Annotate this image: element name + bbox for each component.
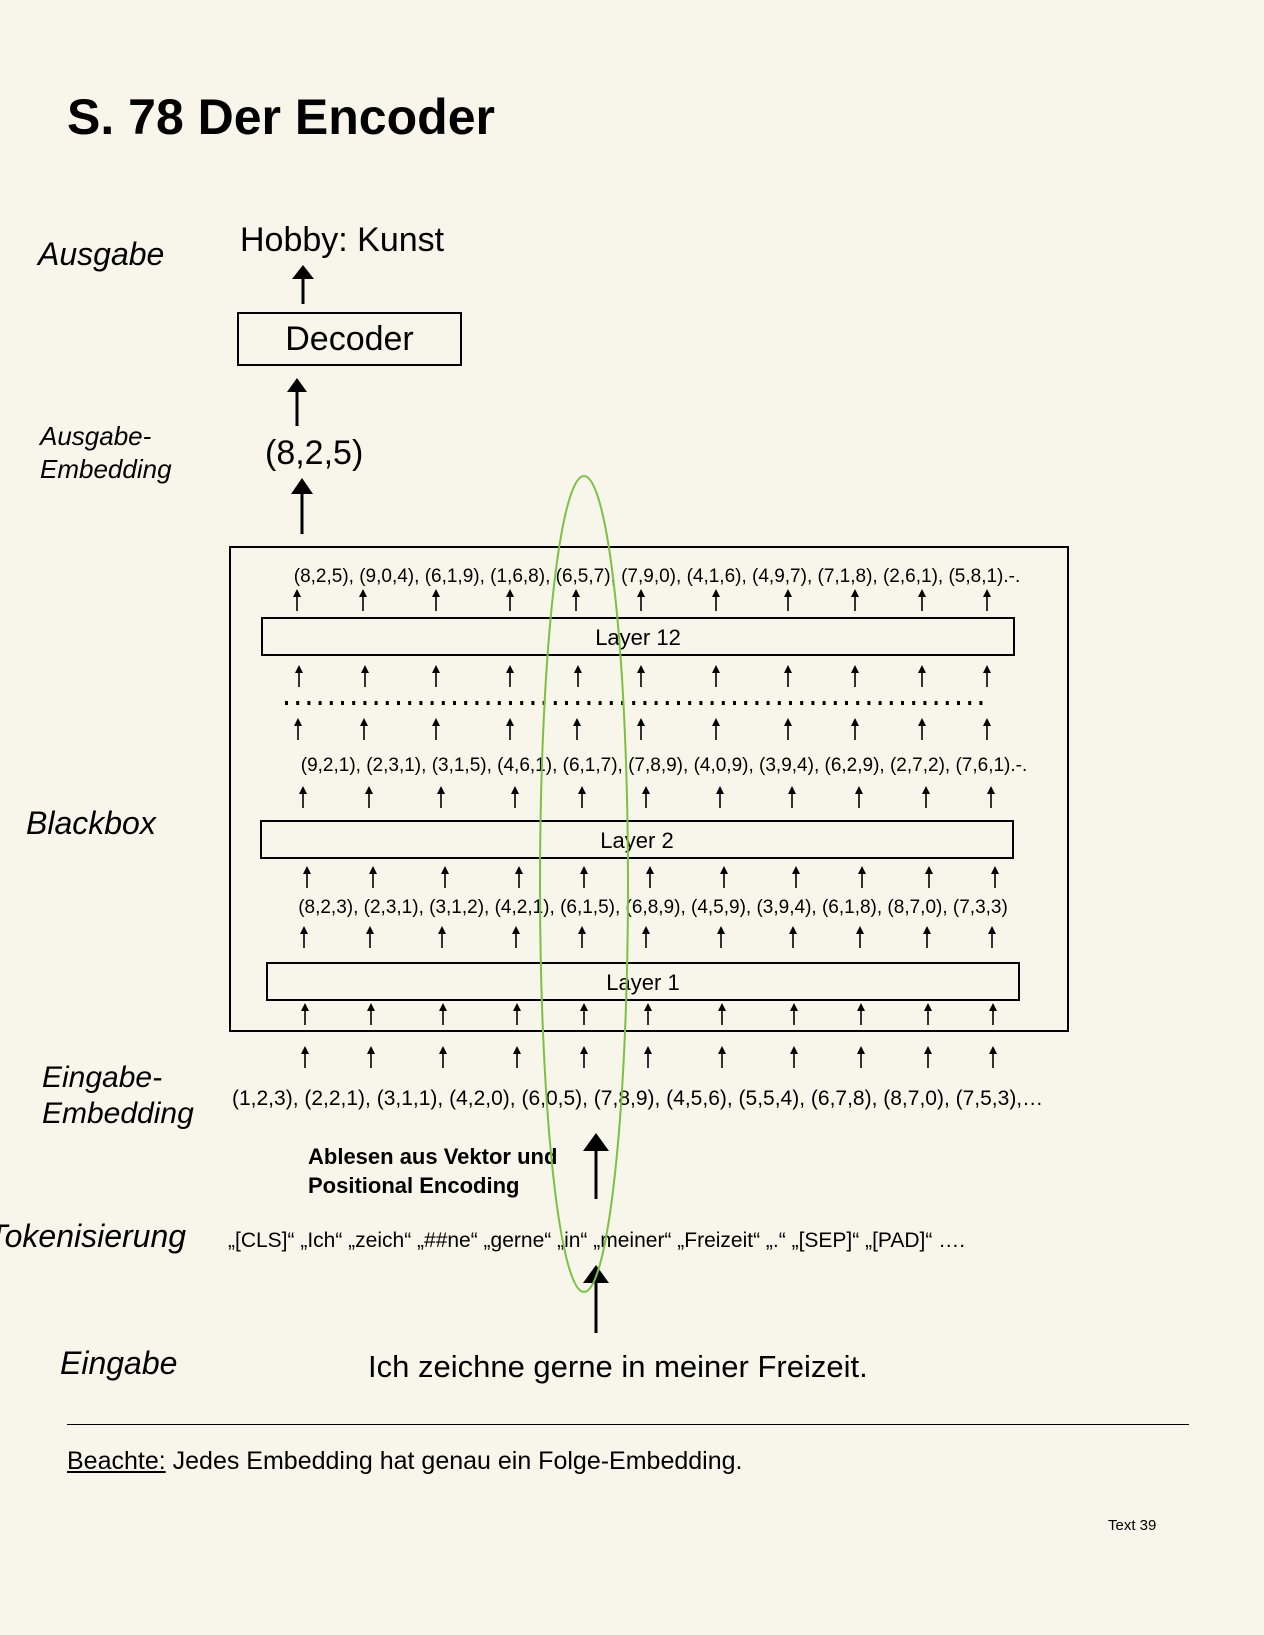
label-blackbox: Blackbox bbox=[26, 805, 156, 841]
layer-2-label: Layer 2 bbox=[600, 828, 674, 853]
small-arrow-row8-2-head bbox=[367, 1046, 375, 1054]
label-ausgabe-embedding-line1: Ausgabe- bbox=[40, 421, 152, 451]
token-row: „[CLS]“ „Ich“ „zeich“ „##ne“ „gerne“ „in… bbox=[228, 1229, 966, 1252]
small-arrow-row8-4-head bbox=[513, 1046, 521, 1054]
footer-text: Text 39 bbox=[1108, 1517, 1157, 1534]
small-arrow-row8-5-head bbox=[580, 1046, 588, 1054]
small-arrow-row8-8-head bbox=[790, 1046, 798, 1054]
small-arrow-row8-10-head bbox=[924, 1046, 932, 1054]
small-arrow-row8-1-head bbox=[301, 1046, 309, 1054]
arrow-blackbox-to-embedding-head bbox=[291, 478, 313, 494]
output-text: Hobby: Kunst bbox=[240, 221, 445, 259]
page-title: S. 78 Der Encoder bbox=[67, 89, 495, 145]
layer-2-box: Layer 2 bbox=[260, 820, 1014, 859]
label-eingabe-embedding-line2: Embedding bbox=[42, 1097, 194, 1130]
embedding-row-layer1-output: (8,2,3), (2,3,1), (3,1,2), (4,2,1), (6,1… bbox=[298, 897, 1008, 918]
decoder-label: Decoder bbox=[285, 320, 414, 358]
label-ausgabe-embedding-line2: Embedding bbox=[40, 453, 172, 484]
label-ausgabe-embedding: Ausgabe- Embedding bbox=[40, 420, 172, 485]
layer-1-box: Layer 1 bbox=[266, 962, 1020, 1001]
label-tokenisierung: Tokenisierung bbox=[0, 1218, 187, 1254]
embedding-row-top: (8,2,5), (9,0,4), (6,1,9), (1,6,8), (6,5… bbox=[293, 566, 1021, 587]
note: Beachte: Jedes Embedding hat genau ein F… bbox=[67, 1447, 742, 1476]
small-arrow-row8-9-head bbox=[857, 1046, 865, 1054]
small-arrow-row8-3-head bbox=[439, 1046, 447, 1054]
separator-line bbox=[67, 1424, 1189, 1425]
layer-1-label: Layer 1 bbox=[606, 970, 680, 995]
embedding-row-layer2-output: (9,2,1), (2,3,1), (3,1,5), (4,6,1), (6,1… bbox=[300, 755, 1028, 776]
decoder-box: Decoder bbox=[237, 312, 462, 366]
small-arrow-row8-7-head bbox=[718, 1046, 726, 1054]
arrow-embedding-to-decoder-head bbox=[287, 378, 307, 392]
arrow-tokens-to-embedding-head bbox=[583, 1133, 609, 1151]
note-label: Beachte: bbox=[67, 1447, 166, 1475]
label-eingabe-embedding-line1: Eingabe- bbox=[42, 1061, 163, 1094]
label-eingabe: Eingabe bbox=[60, 1345, 178, 1381]
small-arrow-row8-6-head bbox=[644, 1046, 652, 1054]
output-embedding: (8,2,5) bbox=[265, 434, 364, 472]
ablesen-line2: Positional Encoding bbox=[308, 1172, 520, 1198]
small-arrow-row8-11-head bbox=[989, 1046, 997, 1054]
layer-12-box: Layer 12 bbox=[261, 617, 1015, 656]
input-sentence: Ich zeichne gerne in meiner Freizeit. bbox=[368, 1349, 868, 1384]
embedding-row-input: (1,2,3), (2,2,1), (3,1,1), (4,2,0), (6,0… bbox=[232, 1087, 1044, 1110]
arrow-decoder-to-output-head bbox=[292, 265, 314, 279]
arrow-input-to-tokens-head bbox=[583, 1265, 609, 1283]
ablesen-label: Ablesen aus Vektor und Positional Encodi… bbox=[308, 1143, 557, 1200]
label-eingabe-embedding: Eingabe- Embedding bbox=[42, 1060, 194, 1132]
ablesen-line1: Ablesen aus Vektor und bbox=[308, 1144, 558, 1169]
layer-12-label: Layer 12 bbox=[595, 625, 681, 650]
note-text: Jedes Embedding hat genau ein Folge-Embe… bbox=[165, 1447, 743, 1475]
label-ausgabe: Ausgabe bbox=[38, 236, 165, 272]
